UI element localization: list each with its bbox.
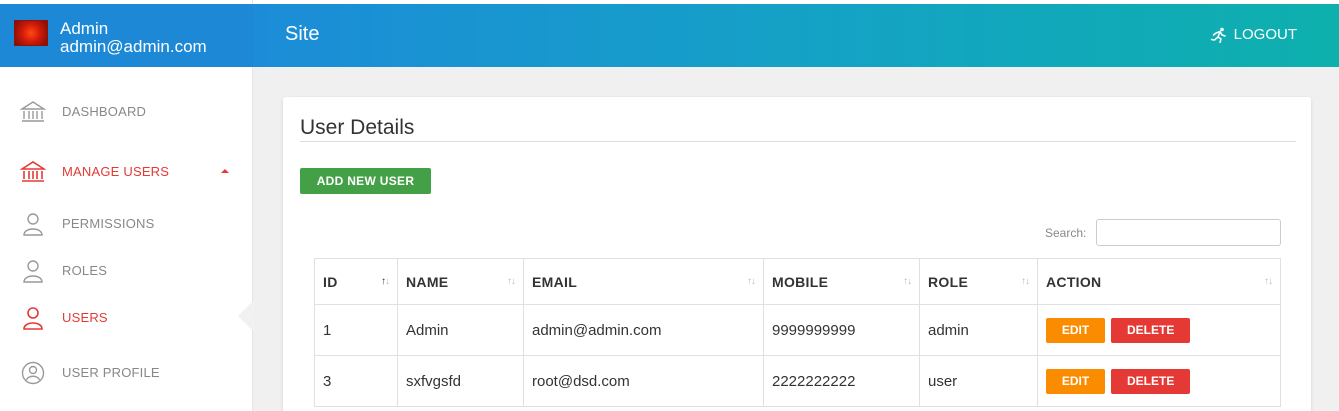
search-label: Search:: [1045, 226, 1087, 240]
cell-name: Admin: [397, 304, 524, 356]
edit-button[interactable]: EDIT: [1046, 368, 1105, 394]
sidebar-item-manage-users[interactable]: MANAGE USERS: [0, 152, 253, 192]
user-email: admin@admin.com: [60, 37, 207, 56]
cell-email: root@dsd.com: [523, 355, 764, 407]
bank-icon: [20, 101, 46, 122]
sort-asc-icon: ↑↓: [381, 276, 390, 287]
user-icon: [23, 307, 43, 330]
cell-role: admin: [919, 304, 1038, 356]
cell-action: EDIT DELETE: [1037, 304, 1281, 356]
sort-icon: ↑↓: [903, 276, 912, 287]
search-input[interactable]: [1096, 219, 1281, 246]
logout-label: LOGOUT: [1233, 26, 1297, 43]
sidebar-item-label: DASHBOARD: [62, 104, 147, 119]
sidebar-item-user-profile[interactable]: USER PROFILE: [0, 353, 253, 393]
column-label: EMAIL: [532, 273, 578, 290]
cell-action: EDIT DELETE: [1037, 355, 1281, 407]
table-row: 3 sxfvgsfd root@dsd.com 2222222222 user …: [314, 355, 1281, 407]
table-row: 1 Admin admin@admin.com 9999999999 admin…: [314, 304, 1281, 356]
column-header-role[interactable]: ROLE ↑↓: [919, 258, 1038, 305]
delete-button[interactable]: DELETE: [1111, 368, 1191, 394]
logout-button[interactable]: LOGOUT: [1210, 26, 1297, 43]
sidebar-item-users[interactable]: USERS: [0, 298, 253, 338]
column-label: ROLE: [928, 273, 969, 290]
column-label: ID: [323, 273, 338, 290]
sidebar: Admin admin@admin.com DASHBOARD MANAGE U…: [0, 0, 253, 411]
user-name: Admin: [60, 19, 109, 38]
avatar[interactable]: [14, 20, 48, 46]
column-header-name[interactable]: NAME ↑↓: [397, 258, 524, 305]
sidebar-item-label: MANAGE USERS: [62, 164, 170, 179]
running-man-icon: [1210, 27, 1226, 43]
column-header-action[interactable]: ACTION ↑↓: [1037, 258, 1281, 305]
column-label: NAME: [406, 273, 449, 290]
card-title: User Details: [300, 116, 415, 139]
user-icon: [23, 260, 43, 283]
table-header-row: ID ↑↓ NAME ↑↓ EMAIL ↑↓ MOBILE ↑↓ ROLE ↑↓…: [314, 258, 1281, 305]
main-content: User Details ADD NEW USER Search: ID ↑↓ …: [253, 67, 1339, 411]
user-icon: [23, 213, 43, 236]
cell-id: 3: [314, 355, 398, 407]
top-header: Site LOGOUT: [253, 4, 1339, 67]
caret-up-icon: [221, 169, 229, 173]
cell-mobile: 9999999999: [763, 304, 920, 356]
sidebar-item-label: USERS: [62, 310, 108, 325]
user-circle-icon: [21, 361, 45, 385]
sort-icon: ↑↓: [507, 276, 516, 287]
active-indicator: [238, 300, 254, 332]
sort-icon: ↑↓: [1264, 276, 1273, 287]
sidebar-item-label: ROLES: [62, 263, 108, 278]
user-brand: Admin admin@admin.com: [0, 4, 253, 67]
delete-button[interactable]: DELETE: [1111, 317, 1191, 343]
page-title: Site: [285, 23, 320, 45]
column-header-mobile[interactable]: MOBILE ↑↓: [763, 258, 920, 305]
sidebar-item-permissions[interactable]: PERMISSIONS: [0, 204, 253, 244]
sidebar-item-roles[interactable]: ROLES: [0, 251, 253, 291]
divider: [300, 141, 1296, 142]
cell-id: 1: [314, 304, 398, 356]
sidebar-item-label: USER PROFILE: [62, 365, 160, 380]
users-table: ID ↑↓ NAME ↑↓ EMAIL ↑↓ MOBILE ↑↓ ROLE ↑↓…: [314, 258, 1281, 407]
sidebar-item-label: PERMISSIONS: [62, 216, 155, 231]
add-new-user-button[interactable]: ADD NEW USER: [300, 168, 431, 194]
user-details-card: User Details ADD NEW USER Search: ID ↑↓ …: [283, 97, 1311, 411]
column-header-email[interactable]: EMAIL ↑↓: [523, 258, 764, 305]
column-label: ACTION: [1046, 273, 1102, 290]
edit-button[interactable]: EDIT: [1046, 317, 1105, 343]
sort-icon: ↑↓: [1021, 276, 1030, 287]
sidebar-item-dashboard[interactable]: DASHBOARD: [0, 92, 253, 132]
cell-mobile: 2222222222: [763, 355, 920, 407]
column-header-id[interactable]: ID ↑↓: [314, 258, 398, 305]
cell-email: admin@admin.com: [523, 304, 764, 356]
cell-role: user: [919, 355, 1038, 407]
column-label: MOBILE: [772, 273, 829, 290]
sort-icon: ↑↓: [747, 276, 756, 287]
bank-icon: [20, 161, 46, 182]
cell-name: sxfvgsfd: [397, 355, 524, 407]
